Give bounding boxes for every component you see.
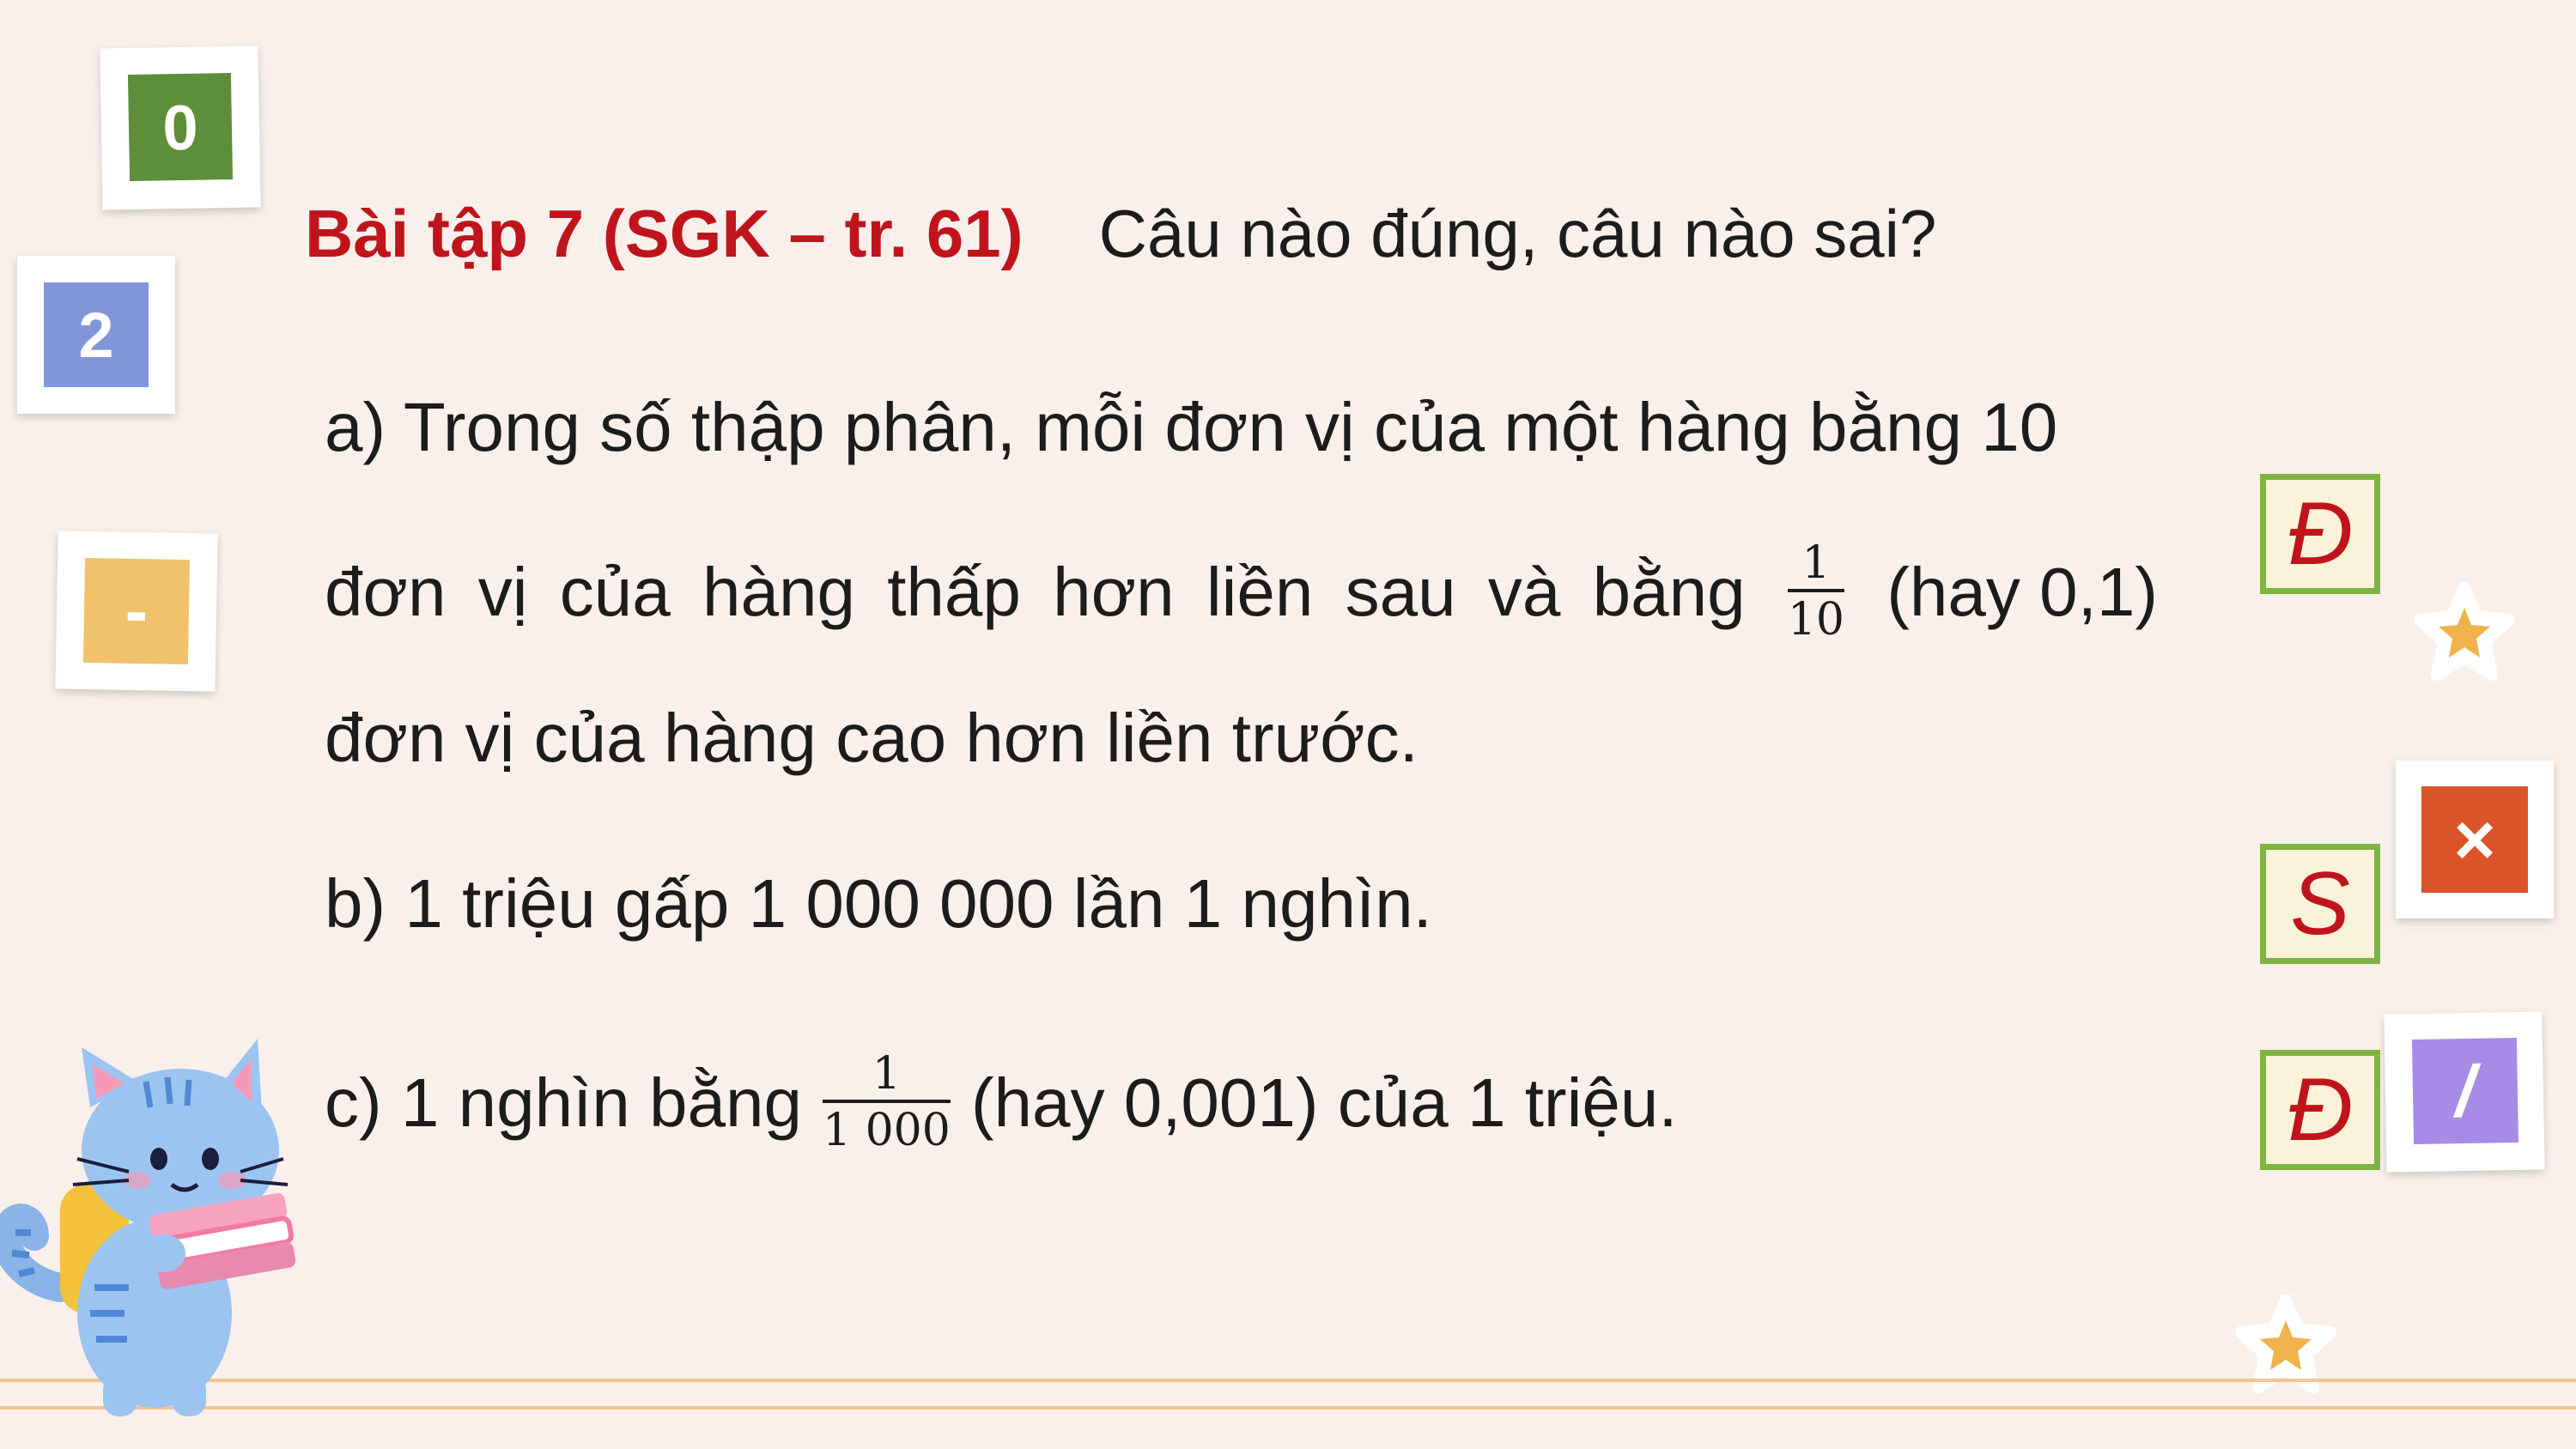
answer-b-mark: S	[2290, 853, 2350, 954]
star-icon	[2414, 582, 2515, 681]
fraction-numerator: 1	[872, 1048, 901, 1100]
fraction-denominator: 1 000	[822, 1105, 951, 1156]
statement-c-text-end: (hay 0,001) của 1 triệu.	[970, 1064, 1678, 1141]
statement-c: c) 1 nghìn bằng 1 1 000 (hay 0,001) của …	[325, 1039, 1678, 1167]
statement-a-line-1: a) Trong số thập phân, mỗi đơn vị của mộ…	[325, 385, 2057, 470]
exercise-label: Bài tập 7 (SGK – tr. 61)	[305, 195, 1024, 271]
minus-sign: -	[82, 557, 191, 665]
word: đơn	[325, 554, 447, 630]
statement-b: b) 1 triệu gấp 1 000 000 lần 1 nghìn.	[325, 861, 1432, 947]
star-icon	[2235, 1294, 2336, 1393]
times-sign-tile: ×	[2396, 761, 2554, 919]
digit-two-tile: 2	[17, 256, 175, 414]
slash-sign-tile: /	[2384, 1011, 2545, 1173]
statement-a-text-3: đơn vị của hàng cao hơn liền trước.	[325, 700, 1419, 776]
word: sau	[1345, 554, 1456, 630]
statement-c-text-start: c) 1 nghìn bằng	[325, 1064, 802, 1141]
cat-mascot-illustration	[0, 1039, 296, 1416]
fraction-one-tenth: 1 10	[1787, 537, 1844, 647]
word: của	[559, 554, 671, 630]
word: hơn	[1053, 554, 1175, 630]
word: hàng	[702, 554, 855, 630]
statement-a-text-2-end: (hay 0,1)	[1886, 554, 2158, 630]
answer-c-box[interactable]: Đ	[2260, 1050, 2380, 1170]
answer-b-box[interactable]: S	[2260, 844, 2380, 964]
exercise-title: Bài tập 7 (SGK – tr. 61) Câu nào đúng, c…	[305, 191, 1936, 276]
fraction-one-thousandth: 1 1 000	[822, 1048, 951, 1158]
fraction-numerator: 1	[1801, 537, 1831, 589]
minus-sign-tile: -	[55, 530, 218, 692]
bottom-rule-lower	[0, 1406, 2576, 1410]
digit-two: 2	[44, 282, 149, 387]
fraction-denominator: 10	[1787, 594, 1844, 646]
times-sign: ×	[2421, 786, 2528, 893]
statement-a-text-1: a) Trong số thập phân, mỗi đơn vị của mộ…	[325, 389, 2058, 465]
statement-a-line-2: đơn vị của hàng thấp hơn liền sau và bằn…	[325, 532, 2158, 652]
word: và	[1487, 554, 1561, 630]
digit-zero-tile: 0	[100, 45, 261, 210]
word: vị	[477, 554, 528, 630]
statement-b-text: b) 1 triệu gấp 1 000 000 lần 1 nghìn.	[325, 865, 1432, 942]
answer-c-mark: Đ	[2287, 1059, 2353, 1160]
word: thấp	[887, 554, 1021, 630]
answer-a-box[interactable]: Đ	[2260, 474, 2380, 594]
word: bằng	[1592, 554, 1746, 630]
digit-zero: 0	[127, 72, 234, 182]
answer-a-mark: Đ	[2287, 483, 2353, 584]
slash-sign: /	[2411, 1037, 2519, 1145]
word: liền	[1206, 554, 1314, 630]
bottom-rule-upper	[0, 1379, 2576, 1382]
statement-a-line-3: đơn vị của hàng cao hơn liền trước.	[325, 695, 1419, 781]
exercise-question: Câu nào đúng, câu nào sai?	[1098, 195, 1937, 271]
